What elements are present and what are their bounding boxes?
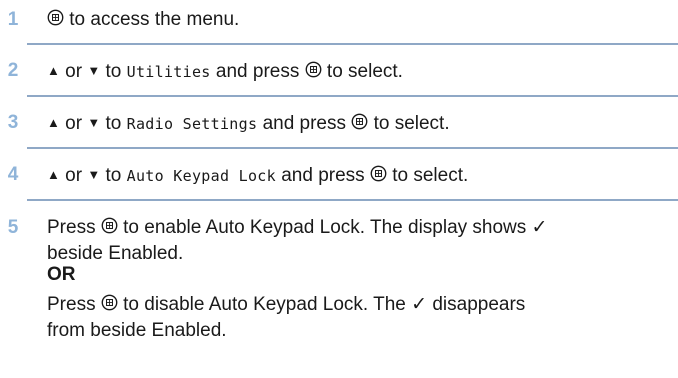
menu-button-icon [101, 217, 118, 234]
press-text: Press [47, 217, 96, 238]
press-text: and press [262, 113, 347, 134]
or-text: or [65, 165, 83, 186]
step-text: ▲ or ▼ to Radio Settings and press to se… [47, 111, 450, 136]
step-text: to access the menu. [47, 8, 239, 32]
menu-button-icon [47, 9, 64, 26]
or-label: OR [47, 264, 76, 285]
up-arrow-icon: ▲ [47, 63, 60, 78]
or-text: or [65, 61, 83, 82]
to-text: to [105, 61, 122, 82]
step-5-line-1: Press to enable Auto Keypad Lock. The di… [47, 216, 547, 240]
step-number: 3 [7, 112, 19, 133]
step-5-line-4: Press to disable Auto Keypad Lock. The ✓… [47, 293, 525, 317]
menu-button-icon [370, 165, 387, 182]
press-text: and press [281, 165, 365, 186]
press-text: and press [215, 61, 300, 82]
to-text: to [105, 165, 122, 186]
up-arrow-icon: ▲ [47, 115, 60, 130]
end-text: to select. [392, 165, 469, 186]
menu-button-icon [351, 113, 368, 130]
down-arrow-icon: ▼ [87, 167, 101, 182]
step-text: ▲ or ▼ to Auto Keypad Lock and press to … [47, 163, 468, 188]
step-number: 1 [7, 9, 19, 30]
divider [27, 199, 678, 201]
divider [27, 43, 678, 45]
up-arrow-icon: ▲ [47, 167, 60, 182]
step-number: 5 [7, 217, 19, 238]
end-text: to select. [373, 113, 450, 134]
step-text: ▲ or ▼ to Utilities and press to select. [47, 59, 403, 84]
step-number: 2 [7, 60, 19, 81]
disable-text: to disable Auto Keypad Lock. The ✓ disap… [123, 294, 526, 315]
menu-button-icon [101, 294, 118, 311]
menu-button-icon [305, 61, 322, 78]
to-text: to [105, 113, 122, 134]
or-text: or [65, 113, 83, 134]
menu-target: Radio Settings [126, 115, 258, 133]
menu-target: Utilities [126, 63, 211, 81]
down-arrow-icon: ▼ [87, 115, 101, 130]
enable-text: to enable Auto Keypad Lock. The display … [123, 217, 548, 238]
divider [27, 95, 678, 97]
step-1-text: to access the menu. [69, 9, 240, 30]
step-5-line-5: from beside Enabled. [47, 320, 227, 341]
menu-target: Auto Keypad Lock [126, 167, 276, 185]
divider [27, 147, 678, 149]
end-text: to select. [326, 61, 403, 82]
down-arrow-icon: ▼ [87, 63, 101, 78]
step-number: 4 [7, 164, 19, 185]
press-text: Press [47, 294, 96, 315]
